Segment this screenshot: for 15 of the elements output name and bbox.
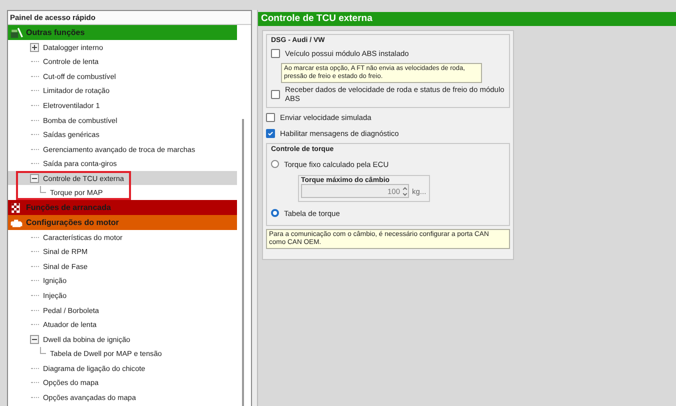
scrollbar-thumb[interactable]: [242, 119, 244, 406]
spinner-arrows-icon[interactable]: [402, 186, 408, 196]
radio-button[interactable]: [271, 209, 279, 217]
checkbox[interactable]: [271, 90, 280, 99]
group-header[interactable]: Outras funções: [8, 25, 237, 40]
group-header[interactable]: Configurações do motor: [8, 215, 237, 230]
checkered-flag-icon: [10, 202, 23, 214]
checkbox[interactable]: [266, 129, 275, 138]
radio-button[interactable]: [271, 160, 279, 168]
expander-icon[interactable]: [30, 42, 39, 52]
panel-header: Controle de TCU externa: [258, 12, 676, 26]
expander-icon[interactable]: [30, 174, 39, 183]
checkbox[interactable]: [271, 49, 280, 58]
expander-icon[interactable]: [30, 334, 39, 344]
checkbox[interactable]: [266, 113, 275, 122]
